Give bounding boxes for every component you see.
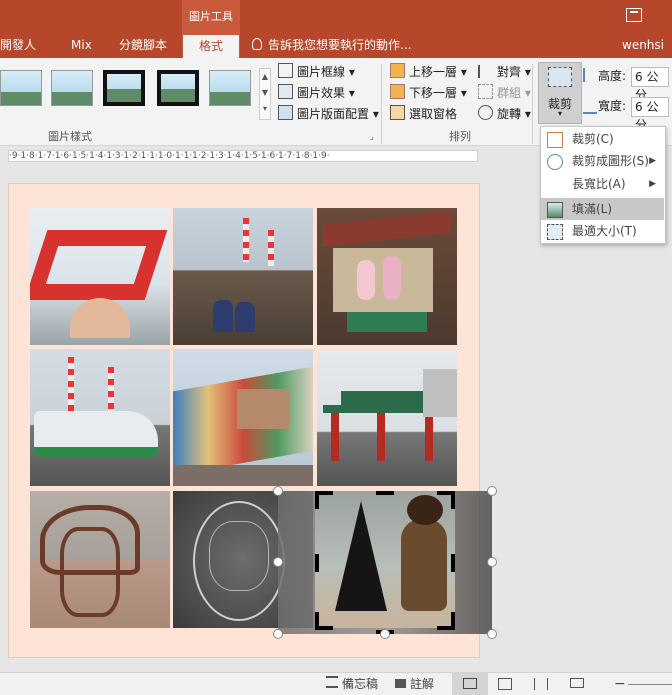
- rotate-button[interactable]: 旋轉 ▾: [478, 104, 531, 124]
- picture-style-thumbnail-4[interactable]: [157, 70, 199, 106]
- notes-button[interactable]: 備忘稿: [326, 676, 378, 692]
- crop-handle-bottom-left[interactable]: [315, 612, 333, 630]
- picture-border-button[interactable]: 圖片框線 ▾: [278, 62, 355, 82]
- photo-christmas-tree-bear-selected[interactable]: [315, 491, 455, 628]
- resize-handle-right[interactable]: [487, 557, 497, 567]
- photo-factory-chimneys[interactable]: [173, 208, 313, 345]
- tell-me-text: 告訴我您想要執行的動作...: [268, 38, 412, 52]
- bring-forward-button[interactable]: 上移一層 ▾: [390, 62, 467, 82]
- slideshow-icon[interactable]: [570, 678, 584, 688]
- gallery-scroll-control[interactable]: ▲ ▼ ▾: [259, 68, 271, 120]
- crop-button[interactable]: 裁剪 ▾: [538, 62, 582, 124]
- picture-tools-context-label: 圖片工具: [182, 0, 240, 34]
- crop-handle-left[interactable]: [315, 554, 319, 572]
- photo-painted-building[interactable]: [173, 349, 313, 486]
- fill-icon: [547, 202, 563, 218]
- rotate-icon: [478, 105, 493, 120]
- horizontal-ruler[interactable]: ·9·1·8·1·7·1·6·1·5·1·4·1·3·1·2·1·1·1·0·1…: [8, 150, 478, 162]
- submenu-arrow-icon: ▶: [649, 179, 656, 189]
- reading-view-icon[interactable]: [534, 678, 548, 690]
- width-label: 寬度:: [598, 99, 627, 113]
- photo-red-sculpture[interactable]: [30, 208, 170, 345]
- comment-icon: [395, 679, 406, 688]
- slide-sorter-icon[interactable]: [498, 678, 512, 690]
- photo-metal-sculpture-park[interactable]: [30, 491, 170, 628]
- zoom-out-icon[interactable]: −: [614, 677, 626, 691]
- height-icon: [583, 68, 597, 82]
- photo-light-rail-train[interactable]: [30, 349, 170, 486]
- resize-handle-left[interactable]: [273, 557, 283, 567]
- align-icon: [478, 65, 493, 78]
- resize-handle-bottom[interactable]: [380, 629, 390, 639]
- normal-view-button[interactable]: [452, 673, 488, 695]
- normal-view-icon: [463, 678, 477, 689]
- selection-pane-button[interactable]: 選取窗格: [390, 104, 457, 124]
- crop-handle-top-left[interactable]: [315, 491, 333, 509]
- tab-storyboard[interactable]: 分鏡腳本: [119, 34, 171, 58]
- group-icon: [478, 84, 493, 99]
- crop-icon: [548, 67, 572, 87]
- menu-item-aspect-ratio[interactable]: 長寬比(A) ▶: [541, 173, 664, 195]
- picture-style-thumbnail-5[interactable]: [209, 70, 251, 106]
- width-input[interactable]: 6 公分: [631, 97, 669, 132]
- send-backward-icon: [390, 84, 405, 99]
- resize-handle-top-left[interactable]: [273, 486, 283, 496]
- width-icon: [583, 100, 597, 114]
- picture-effects-button[interactable]: 圖片效果 ▾: [278, 83, 355, 103]
- group-button[interactable]: 群組 ▾: [478, 83, 531, 103]
- comments-button[interactable]: 註解: [395, 676, 434, 692]
- crop-icon: [547, 132, 563, 148]
- submenu-arrow-icon: ▶: [649, 156, 656, 166]
- lightbulb-icon: [252, 38, 262, 50]
- menu-item-fit[interactable]: 最適大小(T): [541, 220, 664, 242]
- menu-item-crop-to-shape[interactable]: 裁剪成圖形(S) ▶: [541, 150, 664, 172]
- menu-item-crop[interactable]: 裁剪(C): [541, 128, 664, 150]
- crop-handle-top[interactable]: [376, 491, 394, 495]
- resize-handle-bottom-right[interactable]: [487, 629, 497, 639]
- crop-handle-bottom-right[interactable]: [437, 612, 455, 630]
- notes-icon: [326, 676, 338, 688]
- group-divider: [381, 64, 382, 144]
- photo-chinese-gate[interactable]: [317, 349, 457, 486]
- send-backward-button[interactable]: 下移一層 ▾: [390, 83, 467, 103]
- picture-styles-group-label: 圖片樣式: [48, 130, 92, 143]
- picture-style-thumbnail-1[interactable]: [0, 70, 42, 106]
- dialog-launcher-icon[interactable]: ⌟: [370, 132, 374, 141]
- selection-pane-icon: [390, 105, 405, 120]
- height-input[interactable]: 6 公分: [631, 67, 669, 102]
- picture-layout-icon: [278, 105, 293, 120]
- tell-me-search[interactable]: 告訴我您想要執行的動作...: [252, 34, 411, 58]
- arrange-group-label: 排列: [449, 130, 471, 143]
- crop-handle-right[interactable]: [451, 554, 455, 572]
- tab-developer[interactable]: 開發人員: [0, 34, 46, 74]
- height-label: 高度:: [598, 69, 627, 83]
- ribbon-display-options-icon[interactable]: [626, 8, 642, 22]
- menu-item-fill[interactable]: 填滿(L): [541, 198, 664, 220]
- user-account[interactable]: wenhsi: [622, 34, 664, 58]
- crop-handle-top-right[interactable]: [437, 491, 455, 509]
- zoom-slider[interactable]: [628, 684, 672, 685]
- fit-icon: [547, 224, 563, 240]
- tab-mix[interactable]: Mix: [71, 34, 95, 58]
- picture-border-icon: [278, 63, 293, 78]
- tab-format[interactable]: 格式: [182, 34, 240, 58]
- crop-to-shape-icon: [547, 154, 563, 170]
- photo-shrine-figures[interactable]: [317, 208, 457, 345]
- resize-handle-top-right[interactable]: [487, 486, 497, 496]
- bring-forward-icon: [390, 63, 405, 78]
- align-button[interactable]: 對齊 ▾: [478, 62, 531, 82]
- picture-style-thumbnail-3[interactable]: [103, 70, 145, 106]
- resize-handle-bottom-left[interactable]: [273, 629, 283, 639]
- chevron-down-icon: ▾: [557, 109, 562, 118]
- picture-effects-icon: [278, 84, 293, 99]
- group-divider: [532, 64, 533, 144]
- picture-style-thumbnail-2[interactable]: [51, 70, 93, 106]
- picture-layout-button[interactable]: 圖片版面配置 ▾: [278, 104, 379, 124]
